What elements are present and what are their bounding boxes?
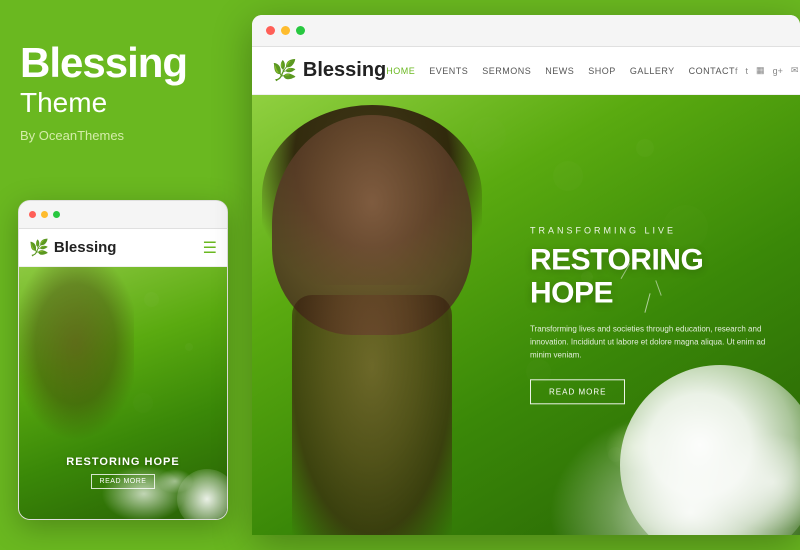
desktop-logo-text: Blessing <box>303 59 386 82</box>
mobile-dot-red <box>29 211 36 218</box>
desktop-logo-icon: 🌿 <box>272 58 297 83</box>
nav-link-events[interactable]: EVENTS <box>429 66 468 76</box>
mobile-hero: RESTORING HOPE READ MORE <box>19 267 227 519</box>
desktop-nav-links: HOME EVENTS SERMONS NEWS SHOP GALLERY CO… <box>386 66 735 76</box>
rss-icon[interactable]: ▦ <box>756 65 765 76</box>
nav-link-shop[interactable]: SHOP <box>588 66 616 76</box>
desktop-hero-label: TRANSFORMING LIVE <box>530 225 770 235</box>
theme-author: By OceanThemes <box>20 128 225 143</box>
desktop-hero-heading: RESTORING HOPE <box>530 243 770 309</box>
twitter-icon[interactable]: t <box>746 66 749 76</box>
nav-link-contact[interactable]: CONTACT <box>689 66 735 76</box>
desktop-browser-bar <box>252 15 800 47</box>
mobile-browser-bar <box>19 201 227 229</box>
mobile-navbar: 🌿 Blessing ☰ <box>19 229 227 267</box>
mobile-person-silhouette <box>19 267 134 487</box>
desktop-read-more-btn[interactable]: READ MORE <box>530 380 625 405</box>
mobile-menu-icon[interactable]: ☰ <box>203 238 217 258</box>
mobile-bokeh-1 <box>144 292 159 307</box>
theme-title: Blessing Theme <box>20 40 225 120</box>
nav-link-gallery[interactable]: GALLERY <box>630 66 675 76</box>
mobile-hero-heading: RESTORING HOPE <box>19 456 227 468</box>
desktop-dot-green <box>296 26 305 35</box>
mobile-mockup: 🌿 Blessing ☰ RESTORING HOPE READ MORE <box>18 200 228 520</box>
mobile-logo: 🌿 Blessing <box>29 238 116 258</box>
mobile-read-more-btn[interactable]: READ MORE <box>91 474 156 489</box>
nav-link-home[interactable]: HOME <box>386 66 415 76</box>
mobile-logo-icon: 🌿 <box>29 238 49 258</box>
person-body <box>292 295 452 535</box>
mobile-bokeh-2 <box>185 343 193 351</box>
email-icon[interactable]: ✉ <box>791 65 799 76</box>
mobile-dot-yellow <box>41 211 48 218</box>
desktop-navbar: 🌿 Blessing HOME EVENTS SERMONS NEWS SHOP… <box>252 47 800 95</box>
desktop-dot-yellow <box>281 26 290 35</box>
desktop-dot-red <box>266 26 275 35</box>
bokeh-2 <box>636 139 654 157</box>
desktop-hero: TRANSFORMING LIVE RESTORING HOPE Transfo… <box>252 95 800 535</box>
facebook-icon[interactable]: f <box>735 66 738 76</box>
mobile-dot-green <box>53 211 60 218</box>
person-silhouette <box>252 95 552 535</box>
nav-link-sermons[interactable]: SERMONS <box>482 66 531 76</box>
desktop-hero-desc: Transforming lives and societies through… <box>530 323 770 361</box>
desktop-mockup: 🌿 Blessing HOME EVENTS SERMONS NEWS SHOP… <box>252 15 800 535</box>
google-plus-icon[interactable]: g+ <box>773 66 783 76</box>
desktop-hero-content: TRANSFORMING LIVE RESTORING HOPE Transfo… <box>530 225 770 404</box>
desktop-social-icons: f t ▦ g+ ✉ <box>735 65 798 76</box>
nav-link-news[interactable]: NEWS <box>545 66 574 76</box>
mobile-logo-text: Blessing <box>54 239 117 256</box>
desktop-logo: 🌿 Blessing <box>272 58 386 83</box>
